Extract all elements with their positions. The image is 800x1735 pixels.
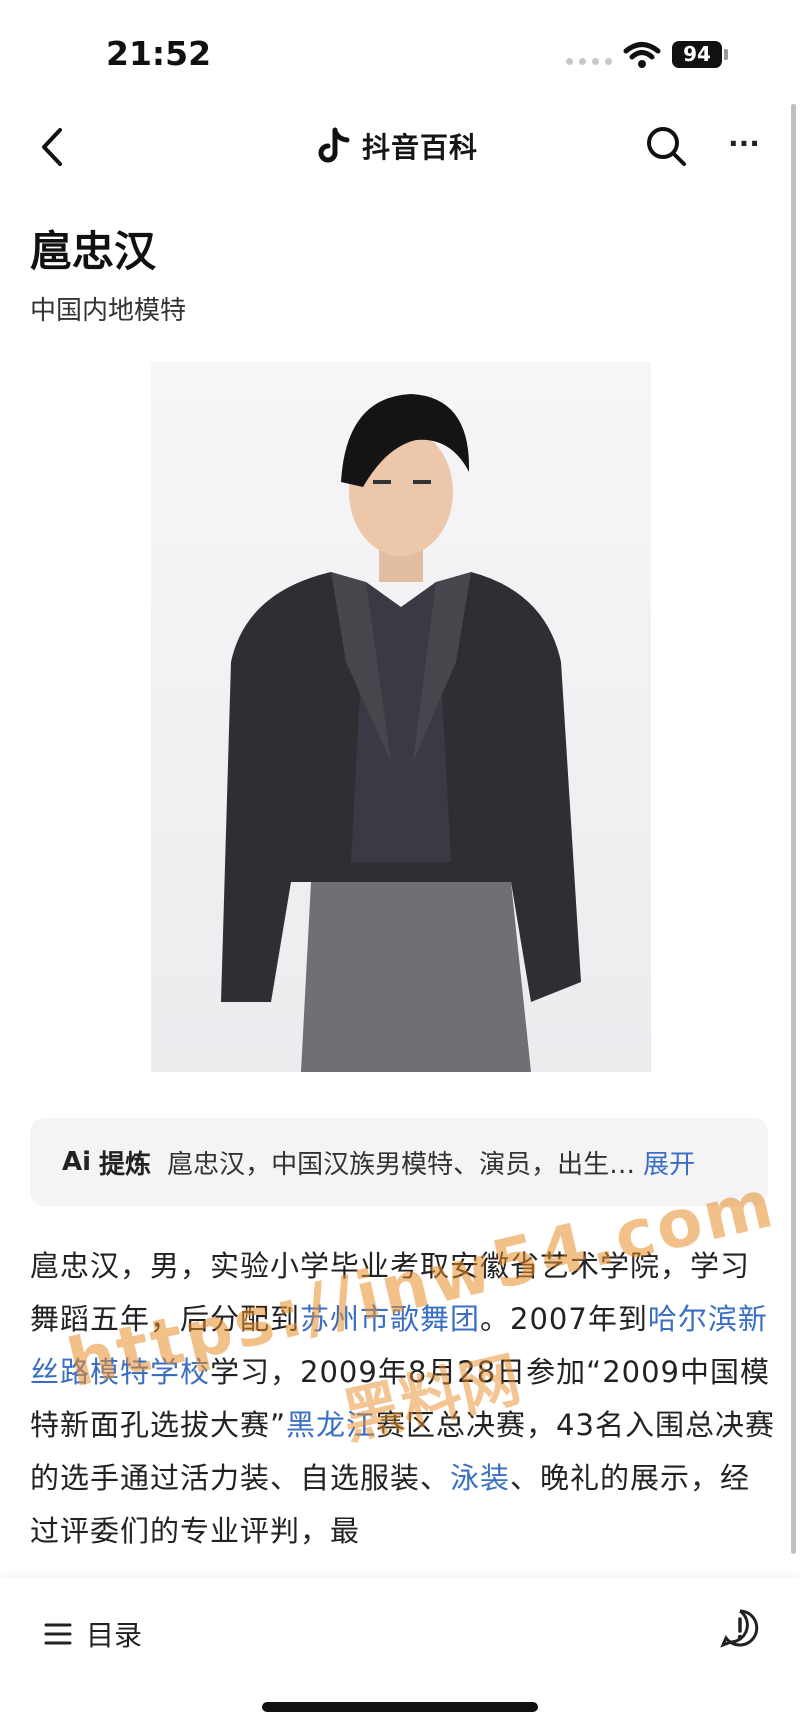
status-time: 21:52 (106, 34, 212, 73)
more-options-icon[interactable]: ··· (722, 126, 766, 170)
expand-link[interactable]: 展开 (643, 1144, 695, 1181)
menu-list-icon (44, 1623, 72, 1645)
ai-badge-icon: Ai (62, 1147, 92, 1177)
toc-label: 目录 (86, 1619, 143, 1652)
ai-summary-label: 提炼 (99, 1149, 152, 1180)
ai-summary-text: 扈忠汉，中国汉族男模特、演员，出生… (167, 1149, 636, 1180)
scrollbar[interactable] (791, 104, 796, 1554)
battery-indicator: 94 (672, 41, 722, 68)
page-title: 扈忠汉 (30, 227, 157, 276)
portrait-illustration (221, 394, 581, 1072)
bottom-bar: 目录 (0, 1578, 800, 1735)
table-of-contents-button[interactable]: 目录 (44, 1614, 142, 1654)
status-bar: 21:52 94 (0, 0, 800, 100)
signal-icon (566, 58, 612, 65)
brand-header: 抖音百科 (318, 124, 478, 168)
wifi-icon (623, 42, 661, 68)
home-indicator (262, 1702, 538, 1712)
battery-tip (724, 49, 728, 60)
top-nav: 抖音百科 ··· (0, 110, 800, 190)
feedback-icon[interactable] (720, 1608, 760, 1648)
back-arrow-icon[interactable] (34, 122, 74, 172)
page-subtitle: 中国内地模特 (30, 296, 187, 326)
douyin-logo-icon (318, 127, 350, 163)
portrait-image[interactable] (151, 362, 651, 1072)
brand-name: 抖音百科 (362, 131, 479, 164)
search-icon[interactable] (644, 124, 688, 168)
link-swimwear[interactable]: 泳装 (450, 1461, 510, 1495)
